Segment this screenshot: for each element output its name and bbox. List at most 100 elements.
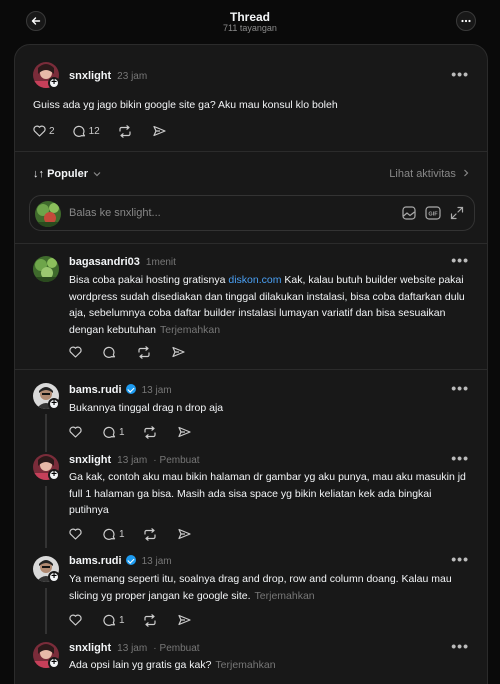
divider	[15, 369, 487, 370]
repost-button[interactable]	[143, 425, 160, 439]
share-button[interactable]	[153, 125, 169, 137]
comment-more-button[interactable]: •••	[451, 450, 469, 466]
divider	[15, 243, 487, 244]
username[interactable]: bagasandri03	[69, 256, 140, 268]
creator-separator: ·	[153, 643, 157, 654]
creator-badge: Pembuat	[159, 643, 200, 654]
chevron-right-icon	[464, 169, 469, 177]
share-button[interactable]	[177, 528, 194, 540]
top-bar: Thread 711 tayangan	[0, 0, 500, 44]
username[interactable]: bams.rudi	[69, 384, 122, 396]
follow-plus-icon[interactable]: +	[48, 398, 60, 410]
username[interactable]: snxlight	[69, 454, 111, 466]
like-button[interactable]	[69, 426, 85, 438]
repost-icon	[143, 613, 156, 627]
post-author[interactable]: snxlight 23 jam	[69, 70, 147, 82]
divider	[15, 151, 487, 152]
comment-more-button[interactable]: •••	[451, 252, 469, 268]
verified-badge-icon	[125, 555, 136, 565]
comment-author[interactable]: bagasandri03 1menit	[69, 256, 176, 268]
follow-plus-icon[interactable]: +	[48, 657, 60, 669]
share-button[interactable]	[177, 614, 194, 626]
like-button[interactable]	[69, 528, 85, 540]
share-button[interactable]	[172, 346, 188, 358]
repost-icon	[143, 527, 156, 541]
gif-icon[interactable]: GIF	[425, 206, 441, 220]
repost-button[interactable]	[143, 613, 160, 627]
comment-icon	[103, 528, 116, 540]
like-button[interactable]	[69, 346, 85, 358]
send-icon	[177, 614, 191, 626]
timestamp: 13 jam	[141, 556, 172, 567]
comment-author[interactable]: snxlight 13 jam · Pembuat	[69, 454, 200, 466]
comment-more-button[interactable]: •••	[451, 638, 469, 654]
sort-dropdown[interactable]: ↓↑ Populer	[33, 168, 101, 180]
more-options-button[interactable]	[456, 11, 476, 31]
comment-author[interactable]: bams.rudi 13 jam	[69, 384, 172, 396]
page-title: Thread	[229, 10, 270, 24]
timestamp: 13 jam	[141, 385, 172, 396]
creator-badge: Pembuat	[159, 455, 200, 466]
follow-plus-icon[interactable]: +	[48, 77, 60, 89]
reply-button[interactable]: 1	[103, 614, 125, 627]
username[interactable]: snxlight	[69, 70, 111, 82]
comment-author[interactable]: snxlight 13 jam · Pembuat	[69, 642, 200, 654]
reply-button[interactable]	[103, 346, 119, 359]
reply-box: GIF	[29, 195, 475, 231]
repost-icon	[138, 345, 150, 359]
reply-button[interactable]: 12	[72, 125, 100, 138]
chevron-down-icon	[93, 172, 101, 177]
activity-label: Lihat aktivitas	[389, 168, 456, 180]
reply-count: 1	[119, 426, 125, 438]
text-segment: Ada opsi lain yg gratis ga kak?	[69, 659, 212, 671]
view-activity-link[interactable]: Lihat aktivitas	[389, 168, 469, 180]
comment-text: Ada opsi lain yg gratis ga kak? Terjemahk…	[69, 657, 469, 674]
like-button[interactable]: 2	[33, 125, 55, 137]
reply-button[interactable]: 1	[103, 528, 125, 541]
reply-input[interactable]	[69, 207, 369, 219]
repost-button[interactable]	[143, 527, 160, 541]
comment-text: Bukannya tinggal drag n drop aja	[69, 402, 224, 414]
follow-plus-icon[interactable]: +	[48, 469, 60, 481]
more-icon	[461, 19, 471, 23]
translate-link[interactable]: Terjemahkan	[160, 324, 220, 336]
comment-author[interactable]: bams.rudi 13 jam	[69, 555, 172, 567]
verified-badge-icon	[125, 384, 136, 394]
comment-icon	[72, 125, 85, 137]
translate-link[interactable]: Terjemahkan	[215, 659, 275, 671]
comment-text: Ga kak, contoh aku mau bikin halaman dr …	[69, 471, 466, 516]
comment-text: Ya memang seperti itu, soalnya drag and …	[69, 571, 469, 604]
reply-button[interactable]: 1	[103, 426, 125, 439]
creator-separator: ·	[153, 455, 157, 466]
timestamp: 23 jam	[117, 71, 148, 82]
heart-icon	[69, 426, 82, 438]
send-icon	[177, 426, 191, 438]
comment-more-button[interactable]: •••	[451, 380, 469, 396]
username[interactable]: bams.rudi	[69, 555, 122, 567]
comment-more-button[interactable]: •••	[451, 551, 469, 567]
sort-icon: ↓↑	[33, 168, 44, 180]
send-icon	[172, 346, 185, 358]
translate-link[interactable]: Terjemahkan	[255, 590, 315, 602]
comment-icon	[103, 426, 116, 438]
send-icon	[153, 125, 166, 137]
thread-line	[45, 414, 47, 452]
expand-icon[interactable]	[450, 206, 464, 220]
heart-icon	[33, 125, 46, 137]
timestamp: 1menit	[145, 257, 176, 268]
thread-panel: + snxlight 23 jam ••• Guiss ada yg jago b…	[14, 44, 488, 684]
like-button[interactable]	[69, 614, 85, 626]
heart-icon	[69, 614, 82, 626]
link[interactable]: diskon.com	[228, 274, 281, 286]
avatar[interactable]	[33, 256, 59, 282]
share-button[interactable]	[177, 426, 194, 438]
repost-button[interactable]	[118, 124, 135, 138]
image-icon[interactable]	[402, 206, 416, 220]
repost-button[interactable]	[137, 345, 154, 359]
comment-text: Bisa coba pakai hosting gratisnya diskon…	[69, 272, 469, 338]
username[interactable]: snxlight	[69, 642, 111, 654]
follow-plus-icon[interactable]: +	[48, 571, 60, 583]
post-more-button[interactable]: •••	[451, 66, 469, 82]
reply-count: 12	[88, 125, 100, 137]
timestamp: 13 jam	[117, 643, 148, 654]
